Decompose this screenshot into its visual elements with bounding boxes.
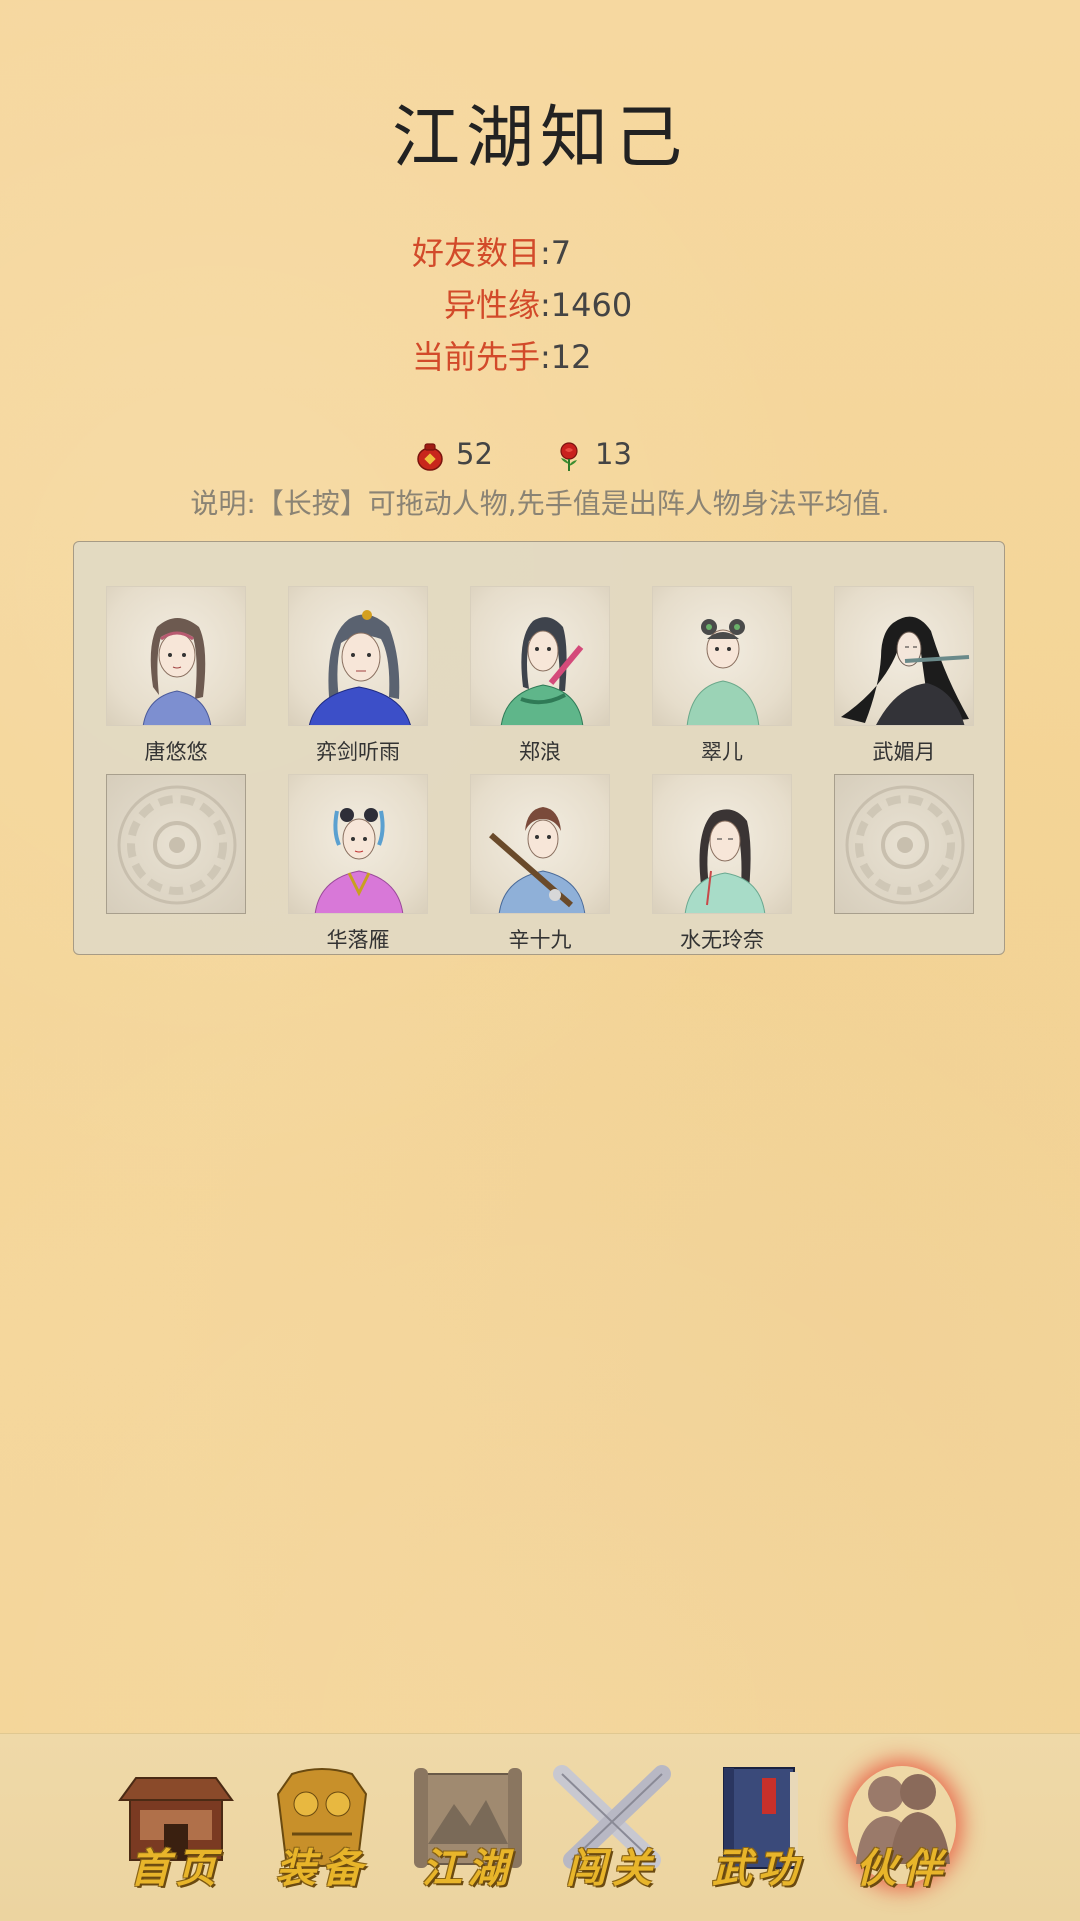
character-name: 翠儿	[701, 740, 743, 764]
stat-charm: 异性缘:1460	[0, 280, 632, 330]
resource-value: 13	[595, 437, 632, 471]
nav-label: 装备	[276, 1845, 368, 1892]
character-slot[interactable]: 唐悠悠	[106, 586, 246, 764]
stat-friend-count: 好友数目:7	[0, 228, 571, 278]
resource-rose: 13	[553, 432, 632, 476]
stat-separator: :	[540, 338, 551, 376]
stat-label: 好友数目	[411, 234, 540, 272]
rose-icon	[553, 440, 585, 472]
character-slot[interactable]: 辛十九	[470, 774, 610, 952]
stat-initiative: 当前先手:12	[0, 332, 592, 382]
nav-label: 江湖	[422, 1845, 514, 1892]
stat-label: 异性缘	[443, 286, 540, 324]
character-name: 郑浪	[519, 740, 561, 764]
portrait-yijian-tingyu	[288, 586, 428, 726]
character-slot[interactable]: 郑浪	[470, 586, 610, 764]
character-name	[106, 924, 246, 950]
wine-jar-icon	[414, 440, 446, 472]
portrait-zheng-lang	[470, 586, 610, 726]
character-name: 唐悠悠	[144, 740, 208, 764]
character-name: 弈剑听雨	[316, 740, 400, 764]
portrait-cui-er	[652, 586, 792, 726]
nav-challenge[interactable]: 闯关	[552, 1764, 672, 1894]
portrait-shui-wulingnai	[652, 774, 792, 914]
character-name: 辛十九	[508, 928, 572, 952]
resource-wine: 52	[414, 432, 493, 476]
character-grid: 唐悠悠 弈剑听雨 郑浪 翠儿 武媚月 华落雁 辛十九 水无玲奈	[73, 541, 1005, 955]
empty-slot-icon	[106, 774, 246, 914]
character-slot-empty[interactable]	[106, 774, 246, 950]
bottom-nav: 首页 装备 江湖 闯关 武功 伙伴	[0, 1733, 1080, 1921]
nav-jianghu[interactable]: 江湖	[408, 1764, 528, 1894]
nav-label: 首页	[130, 1845, 222, 1892]
character-name	[834, 924, 974, 950]
stat-separator: :	[540, 234, 551, 272]
stat-value: 1460	[550, 286, 633, 324]
portrait-tang-youyou	[106, 586, 246, 726]
page-title: 江湖知己	[391, 99, 688, 178]
portrait-xin-shijiu	[470, 774, 610, 914]
character-slot[interactable]: 华落雁	[288, 774, 428, 952]
stat-value: 12	[550, 338, 592, 376]
character-slot-empty[interactable]	[834, 774, 974, 950]
empty-slot-icon	[834, 774, 974, 914]
nav-label: 伙伴	[856, 1845, 948, 1892]
character-slot[interactable]: 翠儿	[652, 586, 792, 764]
nav-label: 闯关	[566, 1845, 658, 1892]
portrait-wu-meiyue	[834, 586, 974, 726]
portrait-hua-luoyan	[288, 774, 428, 914]
stat-value: 7	[550, 234, 572, 272]
character-slot[interactable]: 武媚月	[834, 586, 974, 764]
nav-equipment[interactable]: 装备	[262, 1764, 382, 1894]
resource-bar: 52 13	[0, 432, 1080, 476]
nav-home[interactable]: 首页	[116, 1764, 236, 1894]
character-slot[interactable]: 水无玲奈	[652, 774, 792, 952]
character-name: 武媚月	[872, 740, 936, 764]
instructions-note: 说明:【长按】可拖动人物,先手值是出阵人物身法平均值.	[190, 487, 890, 520]
stat-separator: :	[540, 286, 551, 324]
nav-partners[interactable]: 伙伴	[842, 1764, 962, 1894]
nav-martial-arts[interactable]: 武功	[698, 1764, 818, 1894]
stat-label: 当前先手	[411, 338, 540, 376]
character-name: 华落雁	[326, 928, 390, 952]
character-name: 水无玲奈	[680, 928, 764, 952]
nav-label: 武功	[712, 1845, 804, 1892]
character-slot[interactable]: 弈剑听雨	[288, 586, 428, 764]
resource-value: 52	[456, 437, 493, 471]
